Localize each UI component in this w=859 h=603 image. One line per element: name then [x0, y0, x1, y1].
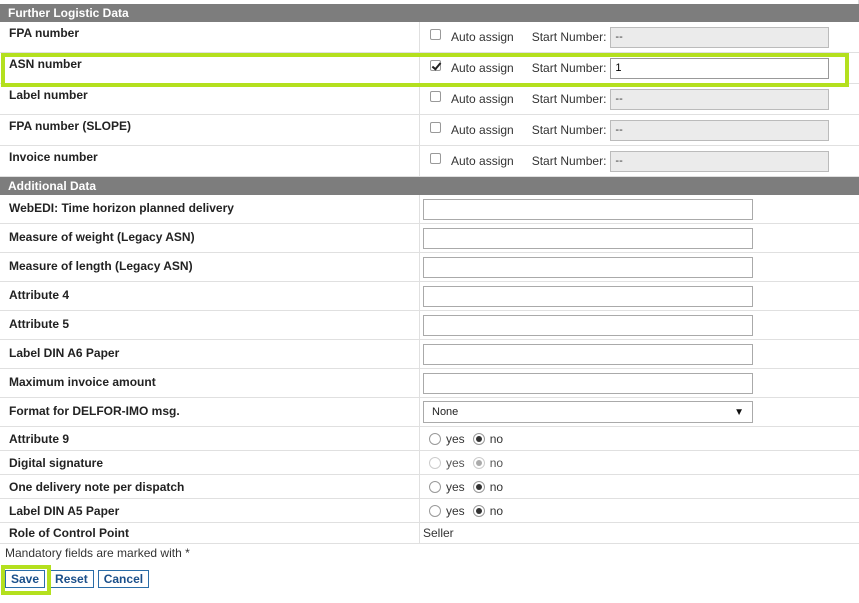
auto-assign-checkbox[interactable]: [430, 121, 441, 133]
start-number-input[interactable]: --: [610, 150, 830, 172]
logistic-row-fpa-slope: FPA number (SLOPE) Auto assign Start Num…: [0, 115, 859, 146]
start-number-label: Start Number:: [531, 30, 607, 44]
reset-button[interactable]: Reset: [49, 570, 94, 588]
auto-assign-checkbox[interactable]: [430, 152, 441, 164]
row-label: Maximum invoice amount: [0, 369, 420, 397]
row-label: Attribute 4: [0, 282, 420, 310]
auto-assign-label: Auto assign: [451, 30, 514, 44]
row-label: Label DIN A5 Paper: [0, 499, 420, 522]
button-bar: Save Reset Cancel: [5, 570, 150, 588]
time-horizon-input[interactable]: [423, 198, 753, 220]
row-measure-length: Measure of length (Legacy ASN): [0, 253, 859, 282]
row-label: Attribute 5: [0, 311, 420, 339]
row-label: Invoice number: [0, 146, 420, 176]
auto-assign-label: Auto assign: [451, 154, 514, 168]
logistic-row-invoice: Invoice number Auto assign Start Number:…: [0, 146, 859, 177]
logistic-row-label-number: Label number Auto assign Start Number: -…: [0, 84, 859, 115]
no-radio[interactable]: [472, 432, 485, 445]
section-header-additional: Additional Data: [0, 177, 859, 195]
row-label: Attribute 9: [0, 427, 420, 450]
start-number-label: Start Number:: [531, 154, 607, 168]
auto-assign-label: Auto assign: [451, 92, 514, 106]
auto-assign-label: Auto assign: [451, 123, 514, 137]
auto-assign-label: Auto assign: [451, 61, 514, 75]
start-number-label: Start Number:: [531, 123, 607, 137]
no-label: no: [489, 431, 504, 446]
row-label: One delivery note per dispatch: [0, 475, 420, 498]
measure-length-input[interactable]: [423, 256, 753, 278]
no-label: no: [489, 503, 504, 518]
logistic-row-fpa: FPA number Auto assign Start Number: --: [0, 22, 859, 53]
row-label: FPA number: [0, 22, 420, 52]
row-label: WebEDI: Time horizon planned delivery: [0, 195, 420, 223]
save-button[interactable]: Save: [5, 570, 46, 588]
row-measure-weight: Measure of weight (Legacy ASN): [0, 224, 859, 253]
row-label: Measure of length (Legacy ASN): [0, 253, 420, 281]
row-label: Role of Control Point: [0, 523, 420, 543]
start-number-input[interactable]: --: [610, 26, 830, 48]
no-label: no: [489, 455, 504, 470]
additional-data-section: Additional Data WebEDI: Time horizon pla…: [0, 177, 859, 544]
row-label: Format for DELFOR-IMO msg.: [0, 398, 420, 426]
row-label-a5: Label DIN A5 Paper yes no: [0, 499, 859, 523]
row-label: Measure of weight (Legacy ASN): [0, 224, 420, 252]
attribute-4-input[interactable]: [423, 285, 753, 307]
cancel-button[interactable]: Cancel: [97, 570, 150, 588]
row-attribute-4: Attribute 4: [0, 282, 859, 311]
section-header-logistic: Further Logistic Data: [0, 4, 859, 22]
row-max-invoice: Maximum invoice amount: [0, 369, 859, 398]
row-attribute-5: Attribute 5: [0, 311, 859, 340]
start-number-input[interactable]: --: [610, 88, 830, 110]
attribute-5-input[interactable]: [423, 314, 753, 336]
auto-assign-checkbox[interactable]: [430, 28, 441, 40]
logistic-row-asn: ASN number Auto assign Start Number: 1: [0, 53, 859, 84]
no-label: no: [489, 479, 504, 494]
yes-label: yes: [446, 455, 465, 470]
row-one-delivery-note: One delivery note per dispatch yes no: [0, 475, 859, 499]
start-number-input[interactable]: 1: [610, 57, 830, 79]
row-label-a6: Label DIN A6 Paper: [0, 340, 859, 369]
row-time-horizon: WebEDI: Time horizon planned delivery: [0, 195, 859, 224]
select-value: None: [432, 406, 459, 418]
row-label: ASN number: [0, 53, 420, 83]
row-role-control-point: Role of Control Point Seller: [0, 523, 859, 544]
row-label: FPA number (SLOPE): [0, 115, 420, 145]
label-a6-input[interactable]: [423, 343, 753, 365]
chevron-down-icon: ▼: [734, 406, 744, 418]
start-number-label: Start Number:: [531, 92, 607, 106]
yes-label: yes: [446, 503, 465, 518]
role-value: Seller: [423, 526, 454, 540]
row-label: Label number: [0, 84, 420, 114]
start-number-label: Start Number:: [531, 61, 607, 75]
delfor-format-select[interactable]: None ▼: [423, 401, 753, 423]
row-label: Label DIN A6 Paper: [0, 340, 420, 368]
no-radio: [472, 456, 485, 469]
yes-radio[interactable]: [429, 432, 441, 445]
measure-weight-input[interactable]: [423, 227, 753, 249]
row-label: Digital signature: [0, 451, 420, 474]
max-invoice-input[interactable]: [423, 372, 753, 394]
yes-radio[interactable]: [429, 504, 441, 517]
yes-radio: [429, 456, 441, 469]
yes-label: yes: [446, 431, 465, 446]
row-attribute-9: Attribute 9 yes no: [0, 427, 859, 451]
no-radio[interactable]: [472, 480, 485, 493]
yes-label: yes: [446, 479, 465, 494]
further-logistic-section: Further Logistic Data FPA number Auto as…: [0, 4, 859, 177]
auto-assign-checkbox[interactable]: [430, 90, 441, 102]
yes-radio[interactable]: [429, 480, 441, 493]
auto-assign-checkbox[interactable]: [430, 59, 441, 71]
row-digital-signature: Digital signature yes no: [0, 451, 859, 475]
no-radio[interactable]: [472, 504, 485, 517]
mandatory-footnote: Mandatory fields are marked with *: [5, 546, 190, 560]
row-delfor-format: Format for DELFOR-IMO msg. None ▼: [0, 398, 859, 427]
start-number-input[interactable]: --: [610, 119, 830, 141]
